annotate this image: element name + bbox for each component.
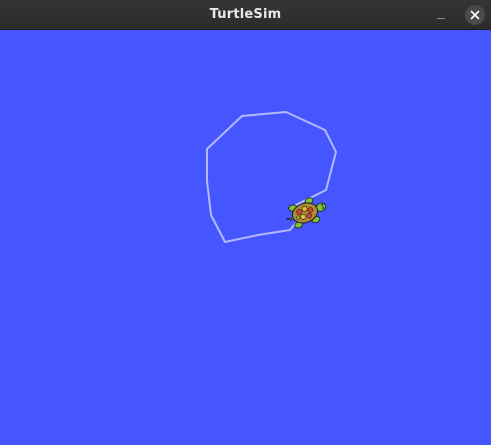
title-bar[interactable]: TurtleSim [0, 0, 491, 30]
turtlesim-window: TurtleSim [0, 0, 491, 445]
minimize-button[interactable] [432, 6, 450, 24]
drawing-surface [206, 111, 337, 243]
close-button[interactable] [465, 5, 485, 25]
turtle-icon [285, 197, 327, 229]
minimize-icon [437, 17, 445, 19]
turtle-canvas [0, 30, 491, 445]
close-icon [470, 10, 480, 20]
window-title: TurtleSim [209, 7, 282, 22]
